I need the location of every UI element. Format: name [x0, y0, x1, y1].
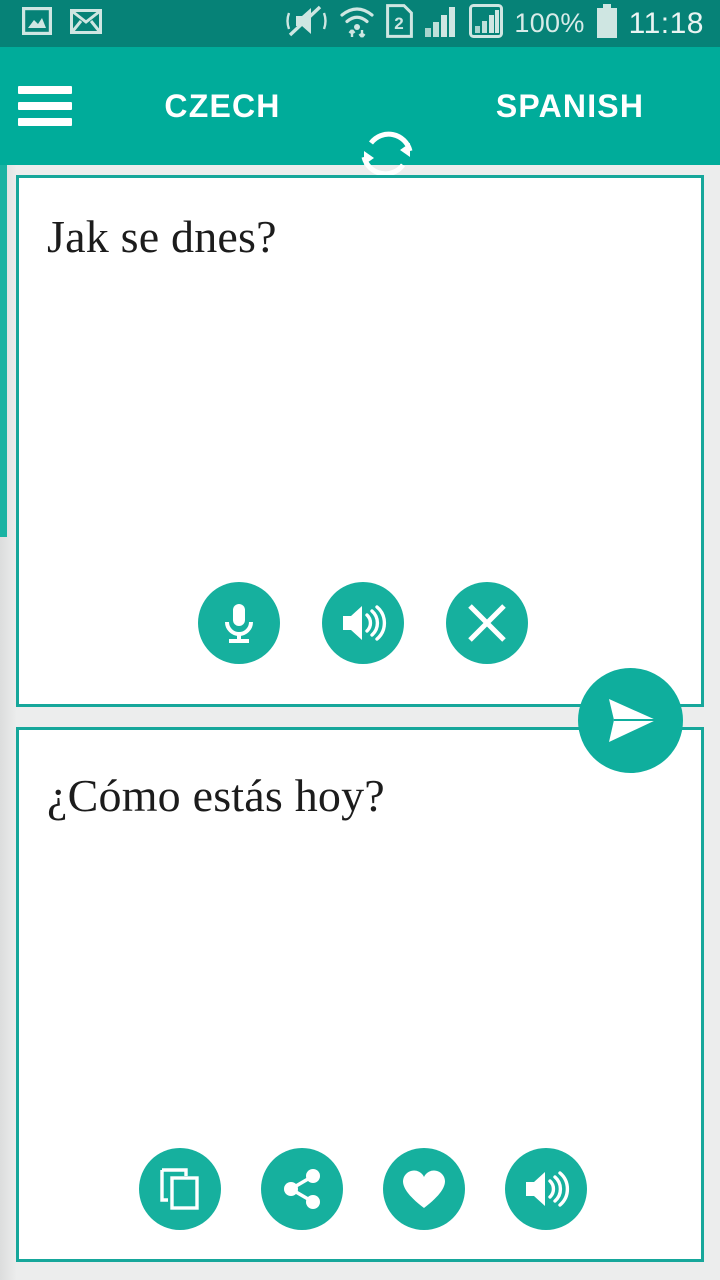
- clock-label: 11:18: [628, 6, 704, 40]
- copy-button[interactable]: [139, 1148, 221, 1230]
- sim-card-2-icon: 2: [386, 4, 414, 43]
- close-icon: [468, 604, 506, 642]
- send-icon: [608, 698, 656, 742]
- battery-percent-label: 100%: [514, 8, 585, 38]
- microphone-button[interactable]: [198, 582, 280, 664]
- speaker-icon: [343, 605, 387, 641]
- source-action-buttons: [19, 582, 707, 664]
- signal-bars-icon: [424, 6, 458, 42]
- status-bar: 2 100% 11:18: [0, 0, 720, 47]
- svg-text:2: 2: [395, 14, 404, 33]
- scrollbar-thumb[interactable]: [0, 165, 7, 537]
- speaker-button[interactable]: [322, 582, 404, 664]
- battery-icon: [596, 4, 618, 43]
- translated-text: ¿Cómo estás hoy?: [47, 770, 385, 821]
- source-language-selector[interactable]: CZECH: [120, 88, 325, 125]
- share-icon: [284, 1169, 320, 1209]
- mute-vibrate-icon: [284, 4, 328, 43]
- source-text-panel[interactable]: Jak se dnes?: [16, 175, 704, 707]
- gallery-icon: [22, 7, 52, 40]
- copy-icon: [160, 1168, 199, 1210]
- status-bar-left-icons: [0, 7, 102, 40]
- target-text-panel[interactable]: ¿Cómo estás hoy?: [16, 727, 704, 1262]
- heart-icon: [403, 1170, 445, 1208]
- app-bar: CZECH SPANISH: [0, 47, 720, 177]
- target-action-buttons: [19, 1148, 707, 1230]
- target-language-selector[interactable]: SPANISH: [455, 88, 685, 125]
- wifi-icon: [339, 4, 375, 43]
- translate-button[interactable]: [578, 668, 683, 773]
- clear-button[interactable]: [446, 582, 528, 664]
- email-icon: [70, 8, 102, 39]
- share-button[interactable]: [261, 1148, 343, 1230]
- signal-bars-boxed-icon: [469, 4, 504, 43]
- menu-icon[interactable]: [18, 86, 72, 126]
- microphone-icon: [225, 604, 253, 643]
- speaker-icon: [526, 1171, 570, 1207]
- status-bar-right-icons: 2 100% 11:18: [284, 4, 720, 43]
- source-text[interactable]: Jak se dnes?: [47, 212, 277, 261]
- speaker-button[interactable]: [505, 1148, 587, 1230]
- translator-app-screen: 2 100% 11:18 CZECH SPANISH Jak se dnes? …: [0, 0, 720, 1280]
- favorite-button[interactable]: [383, 1148, 465, 1230]
